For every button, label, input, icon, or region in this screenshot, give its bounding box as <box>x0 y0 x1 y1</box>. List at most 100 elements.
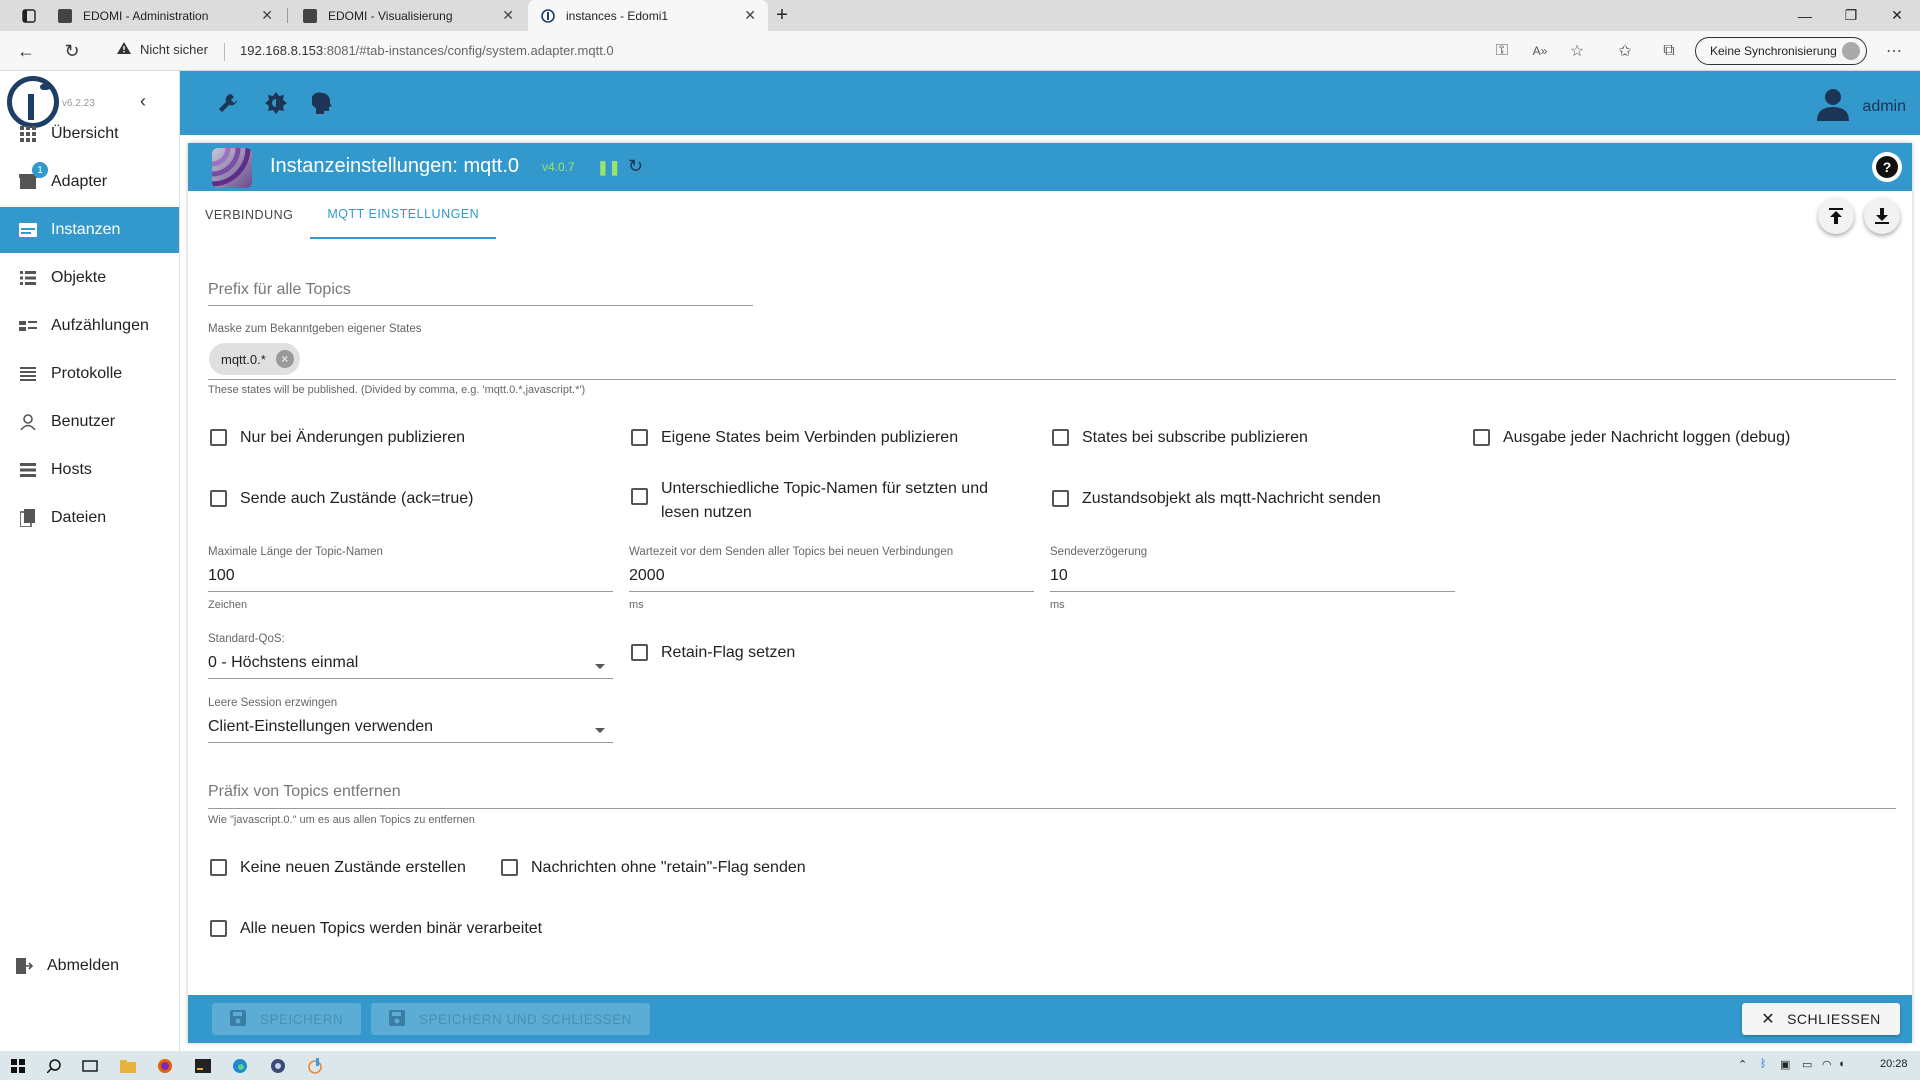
reload-instance-icon[interactable]: ↻ <box>628 156 643 177</box>
logout-label: Abmelden <box>47 957 120 974</box>
checkbox-only-changes[interactable]: Nur bei Änderungen publizieren <box>210 426 465 450</box>
wait-input[interactable]: 2000 <box>629 567 665 585</box>
checkbox-publish-own-on-connect[interactable]: Eigene States beim Verbinden publizieren <box>631 426 958 450</box>
dropdown-arrow-icon[interactable] <box>595 728 605 733</box>
remove-prefix-input[interactable]: Präfix von Topics entfernen <box>208 783 401 801</box>
maxlen-input[interactable]: 100 <box>208 567 235 585</box>
security-indicator[interactable]: Nicht sicher <box>116 41 208 58</box>
volume-icon[interactable]: ◖ <box>1838 1058 1845 1070</box>
checkbox-box[interactable] <box>501 859 518 876</box>
close-tab-icon[interactable]: ✕ <box>502 7 514 24</box>
browser-tab-edomi-admin[interactable]: EDOMI - Administration ✕ <box>45 0 285 31</box>
logout-button[interactable]: Abmelden <box>0 943 179 989</box>
sidebar-item-benutzer[interactable]: Benutzer <box>0 399 179 445</box>
dropdown-arrow-icon[interactable] <box>595 664 605 669</box>
sidebar-item-adapter[interactable]: 1 Adapter <box>0 159 179 205</box>
checkbox-box[interactable] <box>631 488 648 505</box>
checkbox-box[interactable] <box>210 859 227 876</box>
read-aloud-icon[interactable]: A» <box>1530 41 1550 61</box>
windows-start-icon[interactable] <box>8 1056 28 1076</box>
browser-tab-instances[interactable]: instances - Edomi1 ✕ <box>528 0 768 31</box>
wrench-icon[interactable] <box>214 89 242 117</box>
checkbox-state-object-as-message[interactable]: Zustandsobjekt als mqtt-Nachricht senden <box>1052 487 1381 511</box>
close-label: SCHLIESSEN <box>1787 1011 1881 1027</box>
sidebar-item-objekte[interactable]: Objekte <box>0 255 179 301</box>
tray-chevron-icon[interactable]: ⌃ <box>1738 1058 1747 1071</box>
more-menu-icon[interactable]: ⋯ <box>1884 41 1904 61</box>
brightness-icon[interactable] <box>262 89 290 117</box>
file-explorer-icon[interactable] <box>118 1056 138 1076</box>
checkbox-no-new-states[interactable]: Keine neuen Zustände erstellen <box>210 856 466 880</box>
tab-actions-button[interactable] <box>10 0 38 31</box>
key-icon[interactable]: ⚿ <box>1492 41 1512 61</box>
sidebar-item-uebersicht[interactable]: Übersicht <box>0 111 179 157</box>
checkbox-no-retain[interactable]: Nachrichten ohne "retain"-Flag senden <box>501 856 806 880</box>
checkbox-publish-on-subscribe[interactable]: States bei subscribe publizieren <box>1052 426 1308 450</box>
session-select[interactable]: Client-Einstellungen verwenden <box>208 718 433 736</box>
pause-icon[interactable]: ❚❚ <box>597 159 620 176</box>
collapse-sidebar-icon[interactable]: ‹ <box>140 91 146 112</box>
checkbox-binary-topics[interactable]: Alle neuen Topics werden binär verarbeit… <box>210 917 542 941</box>
sidebar-item-protokolle[interactable]: Protokolle <box>0 351 179 397</box>
add-favorite-icon[interactable]: ☆ <box>1567 41 1587 61</box>
sidebar-item-hosts[interactable]: Hosts <box>0 447 179 493</box>
sync-button[interactable]: Keine Synchronisierung <box>1695 37 1867 65</box>
edge-icon[interactable] <box>230 1056 250 1076</box>
tab-verbindung[interactable]: VERBINDUNG <box>188 191 310 239</box>
new-tab-button[interactable]: + <box>770 0 794 31</box>
battery-icon[interactable]: ▭ <box>1802 1058 1812 1071</box>
adapter-version: v4.0.7 <box>542 160 575 174</box>
checkbox-box[interactable] <box>210 920 227 937</box>
terminal-icon[interactable] <box>193 1056 213 1076</box>
close-dialog-button[interactable]: ✕ SCHLIESSEN <box>1742 1003 1900 1035</box>
checkbox-box[interactable] <box>210 429 227 446</box>
search-icon[interactable] <box>44 1056 64 1076</box>
close-tab-icon[interactable]: ✕ <box>744 7 756 24</box>
close-window-button[interactable]: ✕ <box>1874 0 1920 31</box>
checkbox-box[interactable] <box>1052 490 1069 507</box>
sidebar-item-aufzaehlungen[interactable]: Aufzählungen <box>0 303 179 349</box>
upload-config-button[interactable] <box>1818 198 1854 234</box>
browser-tab-edomi-visu[interactable]: EDOMI - Visualisierung ✕ <box>290 0 526 31</box>
tab-mqtt-einstellungen[interactable]: MQTT EINSTELLUNGEN <box>310 191 497 239</box>
save-and-close-button[interactable]: SPEICHERN UND SCHLIESSEN <box>371 1003 651 1035</box>
firefox-icon[interactable] <box>155 1056 175 1076</box>
save-close-label: SPEICHERN UND SCHLIESSEN <box>419 1011 633 1027</box>
checkbox-box[interactable] <box>1052 429 1069 446</box>
qos-select[interactable]: 0 - Höchstens einmal <box>208 654 358 672</box>
network-icon[interactable]: ◠ <box>1822 1058 1832 1071</box>
notification-icon[interactable]: ▣ <box>1780 1058 1790 1071</box>
bluetooth-icon[interactable]: ᛒ <box>1760 1058 1767 1070</box>
delay-input[interactable]: 10 <box>1050 567 1068 585</box>
expert-mode-icon[interactable] <box>308 89 336 117</box>
checkbox-send-ack[interactable]: Sende auch Zustände (ack=true) <box>210 487 473 511</box>
favorites-icon[interactable]: ✩ <box>1615 41 1635 61</box>
restore-button[interactable]: ❐ <box>1828 0 1874 31</box>
back-button[interactable]: ← <box>14 39 38 63</box>
sidebar-item-instanzen[interactable]: Instanzen <box>0 207 179 253</box>
close-tab-icon[interactable]: ✕ <box>261 7 273 24</box>
url-field[interactable]: 192.168.8.153:8081/#tab-instances/config… <box>240 43 614 58</box>
task-view-icon[interactable] <box>80 1056 100 1076</box>
clock[interactable]: 20:28 <box>1880 1058 1908 1070</box>
minimize-button[interactable]: — <box>1782 0 1828 31</box>
save-button[interactable]: SPEICHERN <box>212 1003 362 1035</box>
checkbox-different-topic-names[interactable]: Unterschiedliche Topic-Namen für setzten… <box>631 477 1021 525</box>
paint-icon[interactable] <box>305 1056 325 1076</box>
sidebar-item-dateien[interactable]: Dateien <box>0 495 179 541</box>
collections-icon[interactable]: ⧉ <box>1659 41 1679 61</box>
checkbox-box[interactable] <box>1473 429 1490 446</box>
checkbox-debug-log[interactable]: Ausgabe jeder Nachricht loggen (debug) <box>1473 426 1790 450</box>
help-button[interactable]: ? <box>1872 152 1902 182</box>
checkbox-box[interactable] <box>631 644 648 661</box>
app-icon[interactable] <box>268 1056 288 1076</box>
reload-button[interactable]: ↻ <box>60 39 84 63</box>
mask-chip[interactable]: mqtt.0.* × <box>209 343 300 375</box>
checkbox-box[interactable] <box>210 490 227 507</box>
remove-chip-icon[interactable]: × <box>275 350 294 368</box>
download-config-button[interactable] <box>1864 198 1900 234</box>
checkbox-box[interactable] <box>631 429 648 446</box>
checkbox-retain-flag[interactable]: Retain-Flag setzen <box>631 641 795 665</box>
user-menu[interactable]: admin <box>1816 87 1906 126</box>
prefix-input[interactable]: Prefix für alle Topics <box>208 281 351 299</box>
